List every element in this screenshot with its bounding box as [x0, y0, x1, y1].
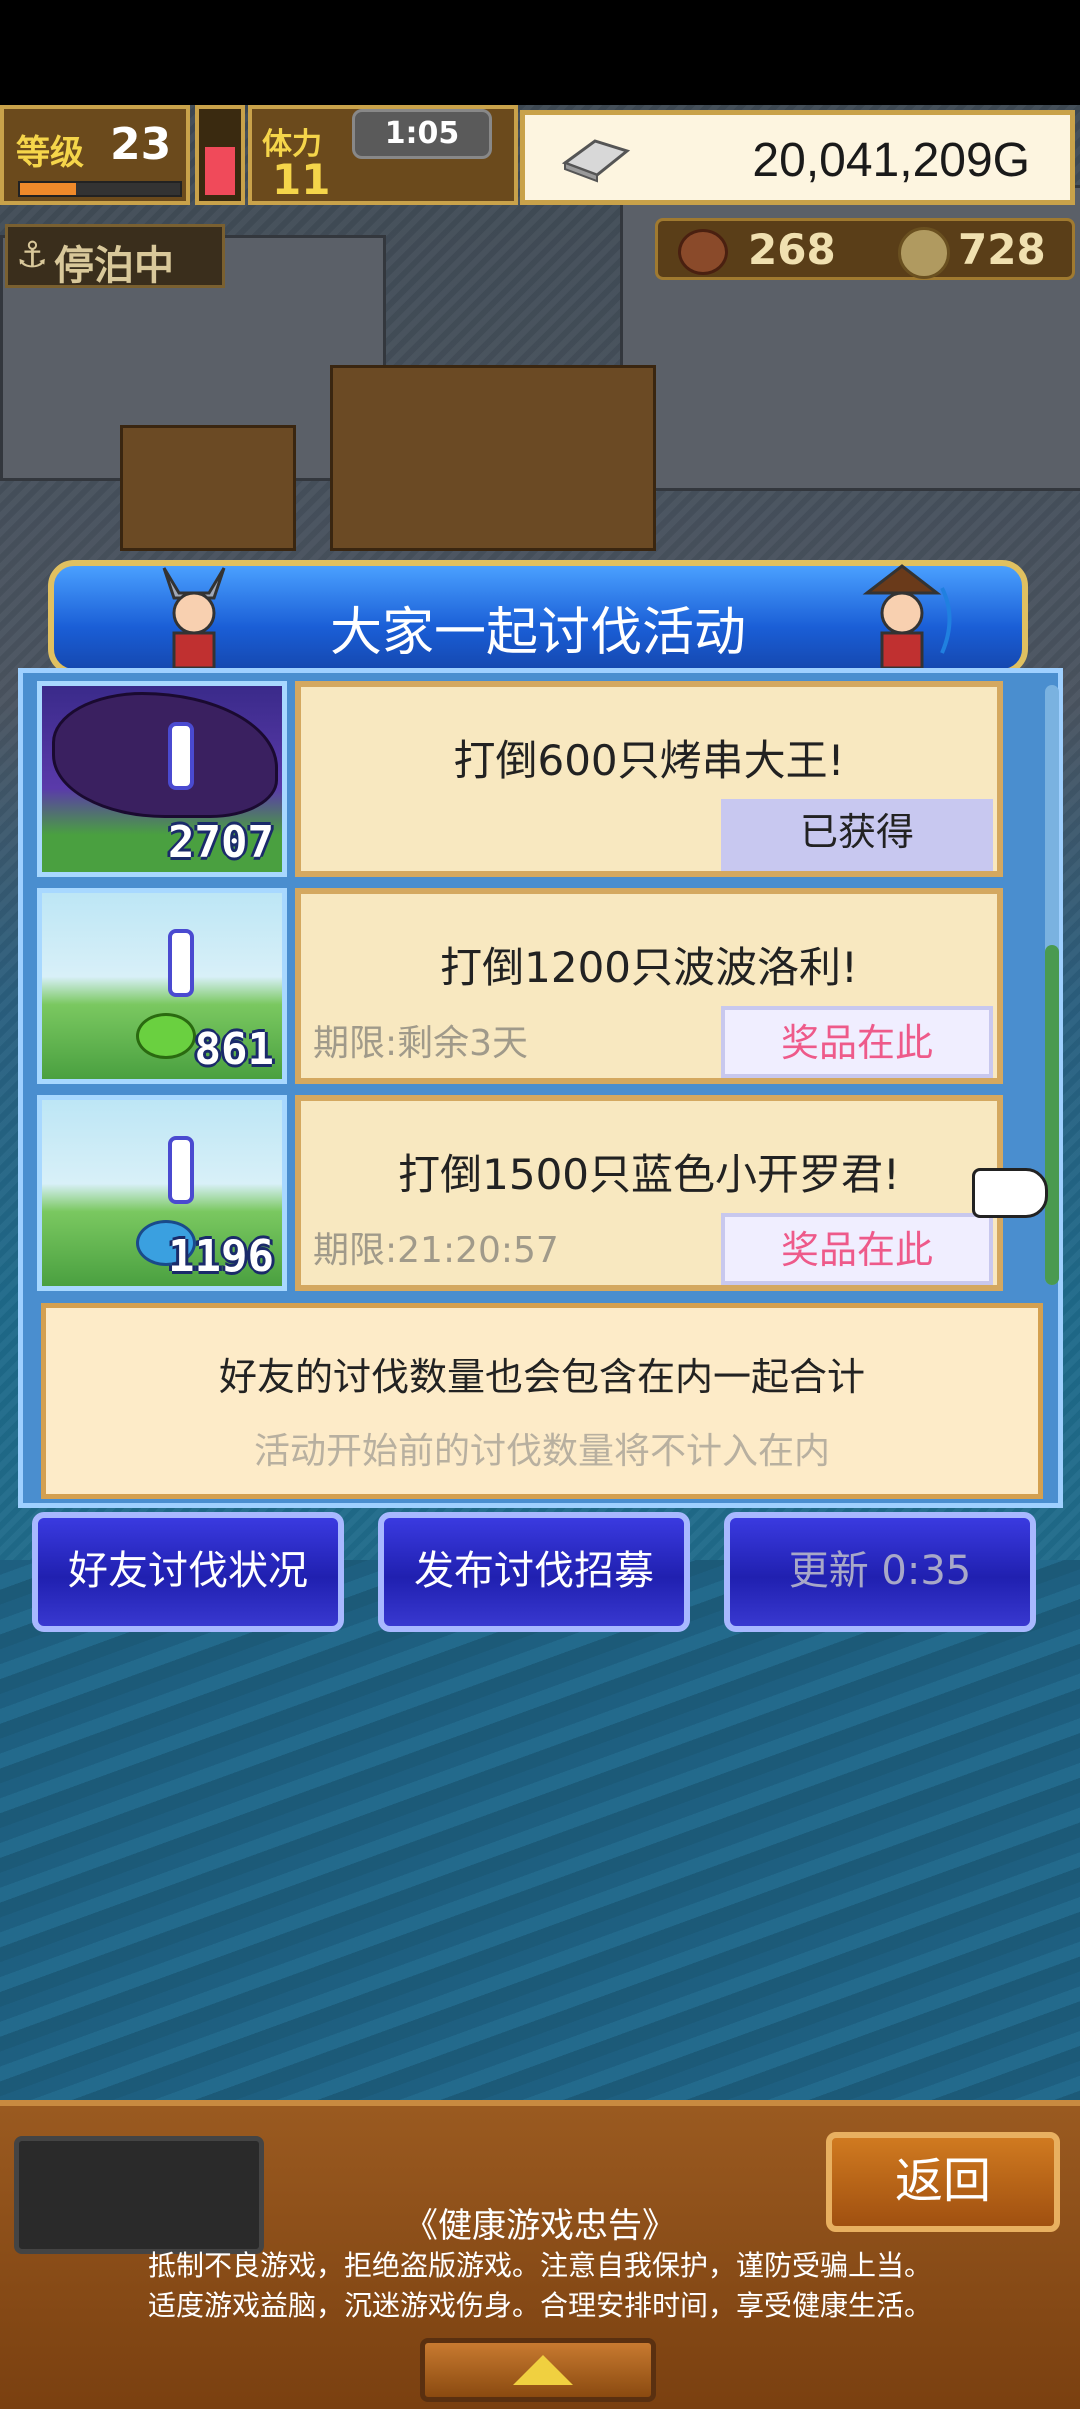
house-building — [120, 425, 296, 551]
stamina-value: 11 — [272, 155, 331, 204]
kebab-king-icon — [52, 692, 278, 818]
event-thumbnail: 1196 — [37, 1095, 287, 1291]
post-recruit-button[interactable]: 发布讨伐招募 — [378, 1512, 690, 1632]
event-card: 打倒600只烤串大王! 已获得 — [295, 681, 1003, 877]
slime-icon — [136, 1013, 196, 1059]
resource-panel: 268 728 — [655, 218, 1075, 280]
archer-hero-icon — [862, 564, 952, 670]
gold-amount: 20,041,209G — [752, 134, 1030, 187]
notice-box: 好友的讨伐数量也会包含在内一起合计 活动开始前的讨伐数量将不计入在内 — [41, 1303, 1043, 1499]
refresh-button[interactable]: 更新 0:35 — [724, 1512, 1036, 1632]
event-row: 861 打倒1200只波波洛利! 期限:剩余3天 奖品在此 — [37, 888, 1027, 1088]
kill-count: 1196 — [168, 1231, 274, 1282]
scrollbar-thumb[interactable] — [1045, 945, 1059, 1285]
tavern-building — [330, 365, 656, 551]
gold-bar-icon — [561, 139, 631, 183]
event-deadline: 期限:21:20:57 — [313, 1230, 559, 1271]
event-row: 1196 打倒1500只蓝色小开罗君! 期限:21:20:57 奖品在此 — [37, 1095, 1027, 1295]
event-title: 打倒1500只蓝色小开罗君! — [398, 1150, 900, 1199]
docked-status-label: 停泊中 — [54, 243, 174, 289]
stamina-panel: 体力 11 1:05 — [248, 105, 518, 205]
expand-menu-button[interactable] — [420, 2338, 656, 2402]
anchor-icon: ⚓ — [16, 235, 49, 276]
bottom-panel: 返回 《健康游戏忠告》 抵制不良游戏，拒绝盗版游戏。注意自我保护，谨防受骗上当。… — [0, 2100, 1080, 2409]
event-card: 打倒1500只蓝色小开罗君! 期限:21:20:57 奖品在此 — [295, 1095, 1003, 1291]
claim-prize-button[interactable]: 奖品在此 — [721, 1213, 993, 1285]
docked-status[interactable]: ⚓ 停泊中 — [5, 224, 225, 289]
alert-icon — [168, 929, 194, 997]
coin-icon — [898, 227, 950, 279]
stamina-timer: 1:05 — [352, 109, 492, 159]
health-advice-line: 抵制不良游戏，拒绝盗版游戏。注意自我保护，谨防受骗上当。 — [147, 2249, 932, 2282]
up-arrow-icon — [513, 2355, 573, 2385]
kill-count: 2707 — [168, 817, 274, 868]
event-thumbnail: 2707 — [37, 681, 287, 877]
sea — [0, 1560, 1080, 2100]
stamina-gauge-fill — [205, 147, 235, 195]
event-title: 打倒1200只波波洛利! — [440, 943, 858, 992]
notice-text: 好友的讨伐数量也会包含在内一起合计 — [218, 1355, 865, 1399]
level-progress-bar — [18, 181, 182, 197]
pointer-hand-icon — [972, 1168, 1048, 1218]
dialog-header: 大家一起讨伐活动 — [48, 560, 1028, 675]
event-row: 2707 打倒600只烤串大王! 已获得 — [37, 681, 1027, 881]
health-advice-line: 适度游戏益脑，沉迷游戏伤身。合理安排时间，享受健康生活。 — [147, 2289, 932, 2322]
event-title: 打倒600只烤串大王! — [453, 736, 845, 785]
notice-subtext: 活动开始前的讨伐数量将不计入在内 — [253, 1431, 830, 1472]
level-label: 等级 — [16, 133, 84, 173]
meat-icon — [678, 229, 728, 275]
claim-prize-button[interactable]: 奖品在此 — [721, 1006, 993, 1078]
level-progress-fill — [20, 183, 76, 195]
event-thumbnail: 861 — [37, 888, 287, 1084]
reward-claimed-button[interactable]: 已获得 — [721, 799, 993, 871]
event-card: 打倒1200只波波洛利! 期限:剩余3天 奖品在此 — [295, 888, 1003, 1084]
gold-panel: 20,041,209G — [520, 110, 1075, 205]
friend-status-button[interactable]: 好友讨伐状况 — [32, 1512, 344, 1632]
coin-count: 728 — [958, 225, 1046, 274]
meat-count: 268 — [748, 225, 836, 274]
level-panel: 等级 23 — [0, 105, 190, 205]
alert-icon — [168, 1136, 194, 1204]
health-advice-title: 《健康游戏忠告》 — [404, 2206, 676, 2246]
stamina-gauge — [195, 105, 245, 205]
alert-icon — [168, 722, 194, 790]
event-deadline: 期限:剩余3天 — [313, 1023, 529, 1064]
status-bar — [0, 0, 1080, 105]
kill-count: 861 — [194, 1024, 274, 1075]
event-list-panel: 2707 打倒600只烤串大王! 已获得 861 打倒1200只波波洛利! 期限… — [18, 668, 1063, 1508]
level-value: 23 — [110, 119, 172, 170]
